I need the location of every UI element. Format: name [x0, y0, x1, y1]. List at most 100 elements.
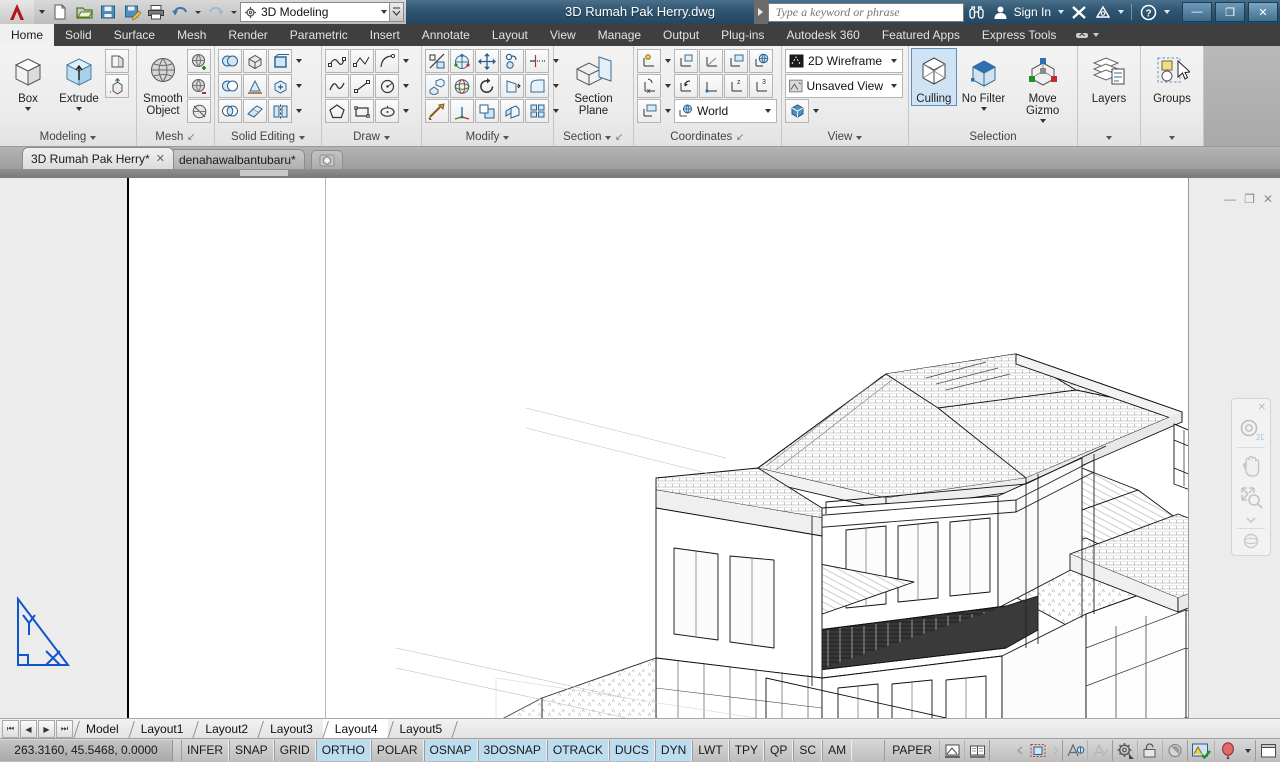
sign-in-caret[interactable] [1055, 1, 1067, 23]
polyline-icon[interactable] [325, 49, 349, 73]
sign-in-button[interactable]: Sign In [1012, 5, 1055, 19]
status-toggle-sc[interactable]: SC [793, 740, 823, 761]
help-caret[interactable] [1161, 1, 1173, 23]
ribbon-minimize-button[interactable] [1067, 24, 1107, 46]
layout-tab-model[interactable]: Model [74, 719, 129, 739]
status-toggle-polar[interactable]: POLAR [370, 740, 424, 761]
viewcube-toggle-icon[interactable] [785, 99, 809, 123]
smooth-more-icon[interactable] [187, 49, 211, 73]
extrude-dropdown-caret[interactable] [76, 107, 82, 111]
qat-overflow-caret[interactable] [36, 1, 48, 23]
isolate-objects-icon[interactable] [1162, 740, 1187, 761]
view-named-combo[interactable]: Unsaved View [785, 74, 903, 98]
array-grid-icon[interactable] [525, 99, 549, 123]
more-chevron-icon[interactable] [1235, 514, 1267, 526]
navbar-close-icon[interactable]: ✕ [1258, 402, 1266, 413]
3d-align-icon[interactable] [425, 74, 449, 98]
layers-button[interactable]: Layers [1084, 49, 1134, 105]
help-icon[interactable]: ? [1136, 0, 1161, 24]
coordinates-display[interactable]: 263.3160, 45.5468, 0.0000 [0, 740, 173, 761]
expand-chevron-icon[interactable] [1241, 740, 1255, 761]
extrude-button[interactable]: Extrude [54, 49, 104, 111]
ribbon-tab-mesh[interactable]: Mesh [166, 24, 217, 46]
3d-scale-icon[interactable] [425, 49, 449, 73]
ucs-z-axis-icon[interactable]: z [724, 74, 748, 98]
culling-button[interactable]: Culling [911, 48, 957, 106]
ellipse-icon[interactable] [375, 99, 399, 123]
3d-move-gizmo-icon[interactable] [450, 49, 474, 73]
layout-nav-last[interactable]: ⏭ [56, 720, 73, 738]
smooth-object-button[interactable]: Smooth Object [140, 49, 186, 117]
ribbon-tab-autodesk360[interactable]: Autodesk 360 [775, 24, 870, 46]
ucs-named-icon[interactable] [674, 49, 698, 73]
extract-edges-icon[interactable] [268, 49, 292, 73]
arc-icon[interactable] [375, 49, 399, 73]
status-balloon-icon[interactable] [1214, 740, 1241, 761]
ribbon-tab-render[interactable]: Render [217, 24, 278, 46]
status-toggle-snap[interactable]: SNAP [229, 740, 274, 761]
panel-mesh-title[interactable]: Mesh ↘ [137, 129, 214, 146]
thicken-icon[interactable] [268, 74, 292, 98]
ribbon-tab-featured-apps[interactable]: Featured Apps [871, 24, 971, 46]
ribbon-tab-home[interactable]: Home [0, 24, 55, 46]
ribbon-tab-manage[interactable]: Manage [587, 24, 652, 46]
annotation-scale-prev-caret[interactable] [1014, 740, 1026, 761]
arc-caret[interactable] [400, 49, 411, 73]
no-filter-caret[interactable] [980, 107, 987, 111]
redo-dropdown-caret[interactable] [228, 1, 240, 23]
section-plane-button[interactable]: Section Plane [563, 49, 625, 117]
binoculars-search-icon[interactable] [964, 0, 989, 24]
autocad-a-logo[interactable] [0, 0, 34, 24]
panel-section-title[interactable]: Section ↘ [554, 129, 633, 146]
3d-move-icon[interactable] [105, 74, 129, 98]
layout-tab-layout4[interactable]: Layout4 [322, 719, 388, 739]
no-filter-button[interactable]: No Filter [960, 49, 1008, 111]
autodesk-360-icon[interactable] [1091, 0, 1115, 24]
circle-caret[interactable] [400, 74, 411, 98]
3d-polyline-icon[interactable] [350, 49, 374, 73]
box-dropdown-caret[interactable] [25, 107, 31, 111]
viewport-close-icon[interactable]: ✕ [1263, 192, 1273, 206]
workspace-gear-icon[interactable] [1112, 740, 1137, 761]
3d-array-icon[interactable] [425, 99, 449, 123]
intersect-icon[interactable] [218, 99, 242, 123]
rectangle-icon[interactable] [350, 99, 374, 123]
ucs-icon[interactable] [637, 49, 661, 73]
move-gizmo-button[interactable]: Move Gizmo [1011, 49, 1074, 123]
layout-nav-prev[interactable]: ◀ [20, 720, 37, 738]
search-box[interactable] [767, 2, 964, 22]
ribbon-tab-annotate[interactable]: Annotate [411, 24, 481, 46]
ribbon-tab-surface[interactable]: Surface [103, 24, 166, 46]
panel-section-dialog-launcher[interactable]: ↘ [615, 129, 623, 146]
exchange-apps-icon[interactable] [1067, 0, 1091, 24]
subtract-icon[interactable] [218, 74, 242, 98]
document-tab-0[interactable]: 3D Rumah Pak Herry* ✕ [22, 147, 174, 169]
ribbon-tab-plugins[interactable]: Plug-ins [710, 24, 775, 46]
floppy-save-icon[interactable] [96, 1, 120, 23]
ucs-display-icon[interactable] [637, 99, 661, 123]
3d-move-arrows-icon[interactable] [475, 49, 499, 73]
ribbon-tab-output[interactable]: Output [652, 24, 710, 46]
workspace-selector[interactable]: 3D Modeling [240, 2, 390, 22]
status-toggle-otrack[interactable]: OTRACK [546, 740, 609, 761]
panel-coordinates-title[interactable]: Coordinates ↘ [634, 129, 781, 146]
ribbon-tab-insert[interactable]: Insert [359, 24, 411, 46]
groups-button[interactable]: Groups [1147, 49, 1197, 105]
panel-mesh-dialog-launcher[interactable]: ↘ [187, 129, 195, 146]
new-document-icon[interactable] [48, 1, 72, 23]
document-tab-1[interactable]: denahawalbantubaru* [169, 149, 305, 169]
panel-solid-editing-title[interactable]: Solid Editing [215, 129, 321, 146]
layout-tab-layout3[interactable]: Layout3 [258, 719, 323, 739]
ribbon-tab-solid[interactable]: Solid [54, 24, 103, 46]
ucs-previous-icon[interactable] [674, 74, 698, 98]
viewport-minimize-icon[interactable]: — [1224, 192, 1236, 206]
thicken-caret[interactable] [293, 74, 304, 98]
viewport-maximize-icon[interactable]: ❐ [1244, 192, 1255, 206]
space-toggle-paper[interactable]: PAPER [884, 740, 939, 761]
trim-extend-icon[interactable] [525, 49, 549, 73]
panel-modify-title[interactable]: Modify [422, 129, 553, 146]
undo-dropdown-caret[interactable] [192, 1, 204, 23]
annotation-scale-next-caret[interactable] [1050, 740, 1062, 761]
smooth-less-icon[interactable] [187, 74, 211, 98]
autodesk-360-caret[interactable] [1115, 1, 1127, 23]
